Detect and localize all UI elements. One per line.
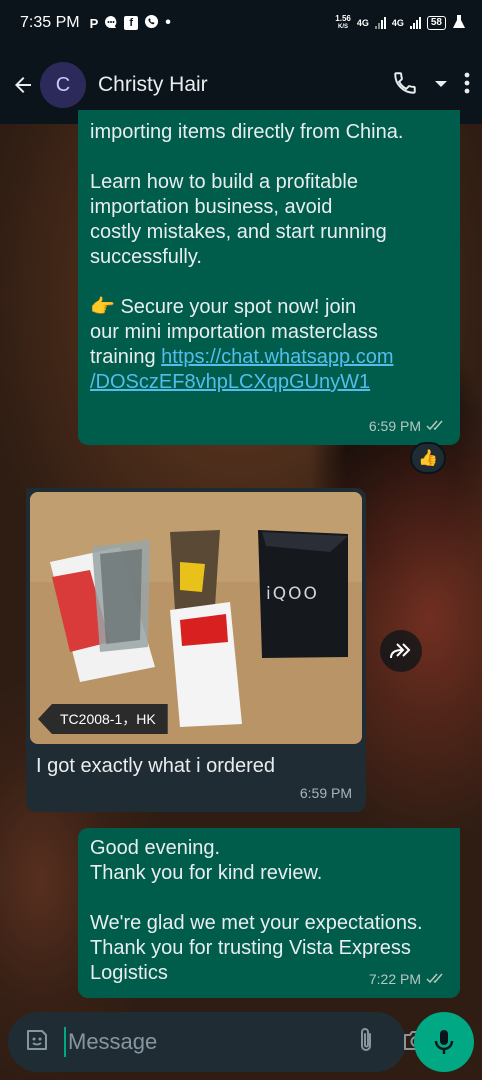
back-arrow-icon[interactable] [8, 70, 38, 100]
network-type-1: 4G [356, 18, 369, 28]
sticker-icon[interactable] [24, 1027, 50, 1058]
forward-button[interactable] [380, 630, 422, 672]
message-text: importing items directly from China. Lea… [90, 120, 448, 395]
facebook-icon: f [124, 16, 139, 30]
speed-value: 1.56 [335, 14, 351, 23]
message-text: Good evening. Thank you for kind review.… [90, 837, 423, 984]
message-time: 7:22 PM [368, 971, 421, 987]
contact-avatar[interactable]: C [40, 62, 86, 108]
dot-icon: • [165, 14, 171, 31]
status-time: 7:35 PM [20, 14, 80, 31]
header-actions [392, 70, 470, 101]
read-receipt-icon [426, 414, 446, 439]
image-tag-text: TC2008-1，HK [60, 711, 156, 727]
message-composer [8, 1012, 428, 1072]
message-text: I got exactly what i ordered [36, 755, 276, 777]
message-bubble-outgoing[interactable]: Good evening. Thank you for kind review.… [78, 828, 460, 998]
whatsapp-icon [144, 14, 159, 32]
microphone-icon [434, 1030, 454, 1054]
flask-icon [452, 14, 466, 33]
message-time: 6:59 PM [299, 785, 352, 801]
battery-indicator: 58 [426, 16, 446, 30]
network-type-2: 4G [391, 18, 404, 28]
notification-icons: P f • [90, 14, 171, 32]
p-app-icon: P [89, 15, 99, 31]
signal-1-icon [374, 17, 386, 29]
phone-call-icon[interactable] [392, 70, 418, 101]
product-photo[interactable]: iQOO TC2008-1，HK [30, 492, 362, 744]
forward-icon [390, 643, 411, 659]
contact-name[interactable]: Christy Hair [98, 73, 208, 97]
status-right: 1.56 K/S 4G 4G 58 [335, 14, 466, 33]
signal-2-icon [409, 17, 421, 29]
thumbs-up-icon: 👍 [418, 450, 438, 467]
message-meta: 6:59 PM [369, 414, 446, 439]
image-location-tag: TC2008-1，HK [38, 704, 168, 734]
more-options-icon[interactable] [464, 71, 470, 100]
message-body: importing items directly from China. Lea… [90, 121, 404, 368]
avatar-letter: C [55, 73, 71, 96]
chat-bubble-icon [104, 15, 118, 32]
status-bar: 7:35 PM P f • 1.56 K/S 4G 4G 58 [0, 0, 482, 46]
box-brand-text: iQOO [266, 584, 319, 604]
message-input[interactable] [64, 1027, 356, 1057]
attach-paperclip-icon[interactable] [356, 1026, 376, 1059]
message-bubble-outgoing[interactable]: importing items directly from China. Lea… [78, 110, 460, 445]
network-speed: 1.56 K/S [335, 14, 351, 32]
voice-record-button[interactable] [414, 1012, 474, 1072]
message-meta: 6:59 PM [300, 781, 352, 806]
message-time: 6:59 PM [368, 418, 421, 434]
read-receipt-icon [426, 967, 446, 992]
message-bubble-incoming[interactable]: iQOO TC2008-1，HK I got exactly what i or… [26, 488, 366, 812]
call-options-chevron-icon[interactable] [434, 76, 448, 94]
reaction-badge[interactable]: 👍 [410, 442, 446, 474]
message-meta: 7:22 PM [369, 967, 446, 992]
speed-unit: K/S [338, 24, 349, 30]
